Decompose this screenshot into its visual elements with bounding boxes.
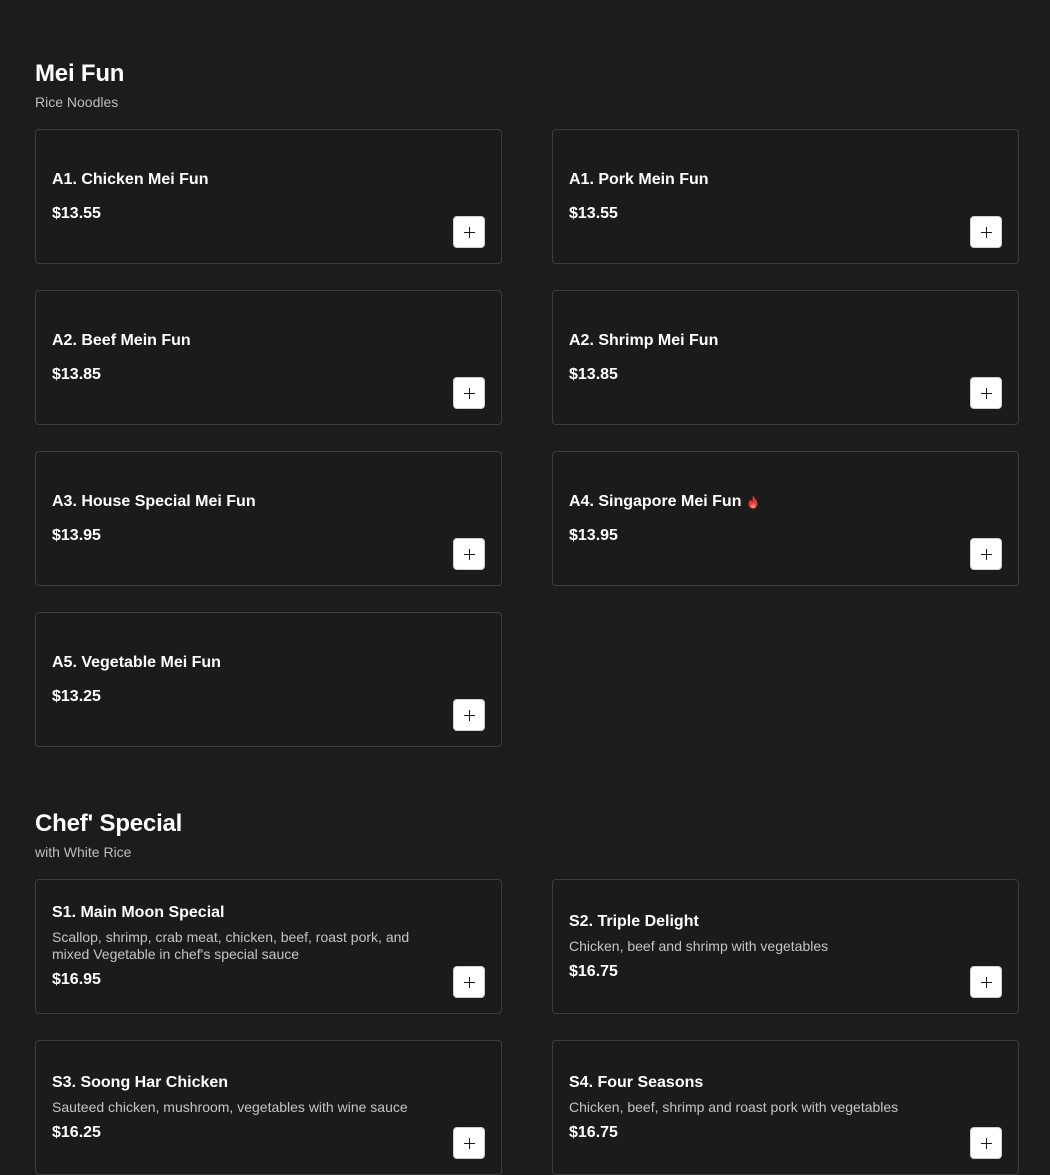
add-to-cart-button[interactable] bbox=[970, 216, 1002, 248]
item-name: S1. Main Moon Special bbox=[52, 904, 225, 921]
plus-icon bbox=[980, 548, 992, 560]
item-name: A5. Vegetable Mei Fun bbox=[52, 653, 221, 671]
item-name: S2. Triple Delight bbox=[569, 912, 699, 930]
menu-item-card[interactable]: A1. Pork Mein Fun $13.55 bbox=[552, 129, 1019, 264]
item-price: $16.75 bbox=[569, 962, 618, 980]
section-title: Mei Fun bbox=[35, 60, 125, 87]
item-price: $13.95 bbox=[52, 526, 101, 544]
item-description: Scallop, shrimp, crab meat, chicken, bee… bbox=[52, 929, 410, 962]
add-to-cart-button[interactable] bbox=[453, 377, 485, 409]
add-to-cart-button[interactable] bbox=[970, 538, 1002, 570]
add-to-cart-button[interactable] bbox=[453, 216, 485, 248]
item-name: S3. Soong Har Chicken bbox=[52, 1073, 229, 1091]
menu-item-card[interactable]: S3. Soong Har Chicken Sauteed chicken, m… bbox=[35, 1040, 502, 1175]
item-name: A2. Shrimp Mei Fun bbox=[569, 331, 719, 349]
item-description: Chicken, beef, shrimp and roast pork wit… bbox=[569, 1098, 899, 1115]
plus-icon bbox=[980, 1137, 992, 1149]
plus-icon bbox=[980, 387, 992, 399]
menu-item-card[interactable]: S4. Four Seasons Chicken, beef, shrimp a… bbox=[552, 1040, 1019, 1175]
add-to-cart-button[interactable] bbox=[970, 1127, 1002, 1159]
menu-item-card[interactable]: A2. Beef Mein Fun $13.85 bbox=[35, 290, 502, 425]
item-description: Chicken, beef and shrimp with vegetables bbox=[569, 937, 829, 954]
section-subtitle: with White Rice bbox=[35, 844, 132, 860]
plus-icon bbox=[463, 709, 475, 721]
plus-icon bbox=[463, 387, 475, 399]
item-name: A4. Singapore Mei Fun bbox=[569, 492, 742, 510]
item-name: A1. Pork Mein Fun bbox=[569, 170, 709, 188]
item-price: $13.25 bbox=[52, 687, 101, 705]
add-to-cart-button[interactable] bbox=[453, 966, 485, 998]
plus-icon bbox=[463, 548, 475, 560]
section-subtitle: Rice Noodles bbox=[35, 94, 119, 110]
item-name: A1. Chicken Mei Fun bbox=[52, 170, 209, 188]
plus-icon bbox=[980, 226, 992, 238]
item-price: $16.75 bbox=[569, 1123, 618, 1141]
plus-icon bbox=[463, 1137, 475, 1149]
item-name: A2. Beef Mein Fun bbox=[52, 331, 191, 349]
item-name: A3. House Special Mei Fun bbox=[52, 492, 256, 510]
plus-icon bbox=[463, 226, 475, 238]
spicy-flame-icon bbox=[748, 495, 758, 508]
menu-item-card[interactable]: S2. Triple Delight Chicken, beef and shr… bbox=[552, 879, 1019, 1014]
item-price: $13.85 bbox=[52, 365, 101, 383]
menu-item-card[interactable]: A1. Chicken Mei Fun $13.55 bbox=[35, 129, 502, 264]
menu-item-card[interactable]: A5. Vegetable Mei Fun $13.25 bbox=[35, 612, 502, 747]
plus-icon bbox=[980, 976, 992, 988]
menu-item-card[interactable]: A3. House Special Mei Fun $13.95 bbox=[35, 451, 502, 586]
section-mei-fun: Mei Fun Rice Noodles A1. Chicken Mei Fun… bbox=[35, 60, 1021, 747]
section-chef-special: Chef' Special with White Rice S1. Main M… bbox=[35, 810, 1021, 1175]
item-price: $13.55 bbox=[569, 204, 618, 222]
menu-item-card[interactable]: A4. Singapore Mei Fun $13.95 bbox=[552, 451, 1019, 586]
add-to-cart-button[interactable] bbox=[970, 377, 1002, 409]
plus-icon bbox=[463, 976, 475, 988]
add-to-cart-button[interactable] bbox=[970, 966, 1002, 998]
add-to-cart-button[interactable] bbox=[453, 1127, 485, 1159]
add-to-cart-button[interactable] bbox=[453, 699, 485, 731]
item-description: Sauteed chicken, mushroom, vegetables wi… bbox=[52, 1098, 408, 1115]
item-price: $16.95 bbox=[52, 971, 101, 988]
item-price: $13.95 bbox=[569, 526, 618, 544]
section-title: Chef' Special bbox=[35, 810, 183, 837]
item-price: $13.85 bbox=[569, 365, 618, 383]
item-name-row: A4. Singapore Mei Fun bbox=[569, 492, 1002, 512]
item-price: $13.55 bbox=[52, 204, 101, 222]
menu-item-card[interactable]: A2. Shrimp Mei Fun $13.85 bbox=[552, 290, 1019, 425]
item-price: $16.25 bbox=[52, 1123, 101, 1141]
add-to-cart-button[interactable] bbox=[453, 538, 485, 570]
item-name: S4. Four Seasons bbox=[569, 1073, 704, 1091]
menu-item-card[interactable]: S1. Main Moon Special Scallop, shrimp, c… bbox=[35, 879, 502, 1014]
